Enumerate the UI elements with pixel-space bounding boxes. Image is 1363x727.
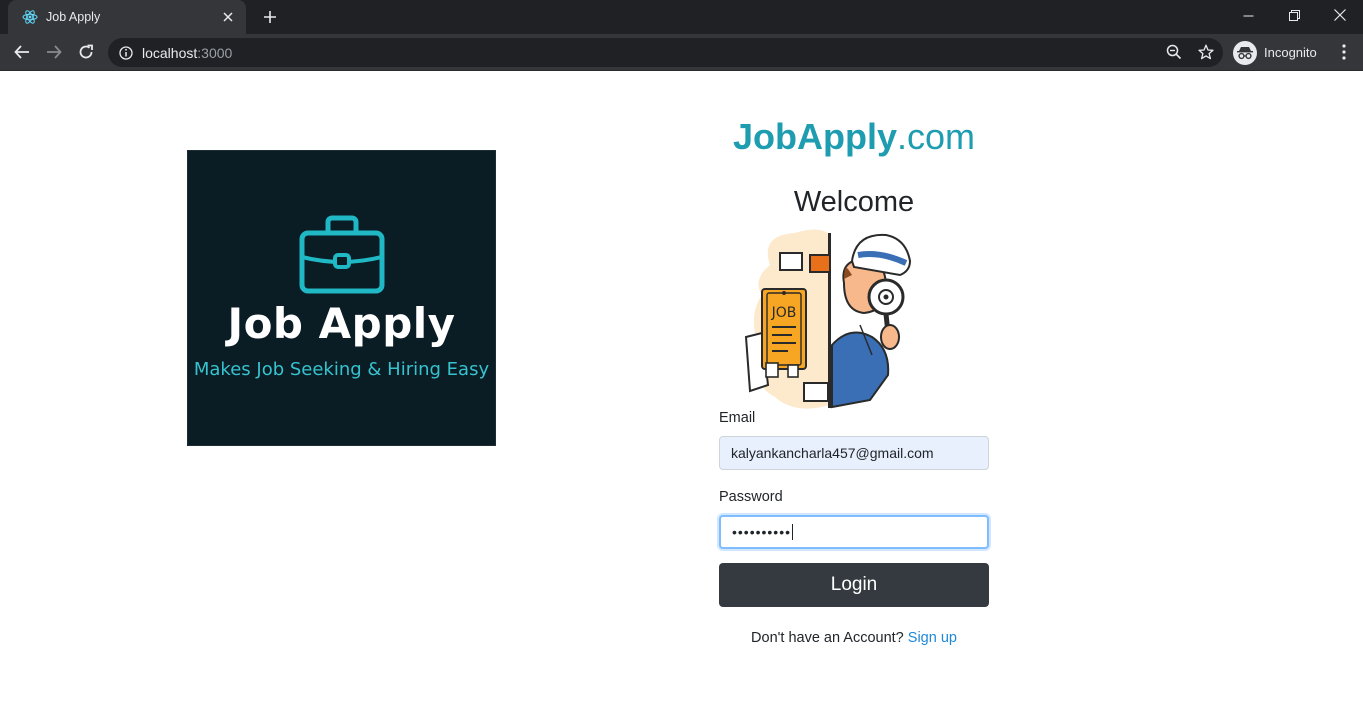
incognito-label: Incognito xyxy=(1264,45,1317,60)
brand-name: JobApply xyxy=(732,116,897,157)
signup-link[interactable]: Sign up xyxy=(908,630,957,646)
password-field[interactable]: •••••••••• xyxy=(719,515,989,549)
react-icon xyxy=(22,9,38,25)
email-value: kalyankancharla457@gmail.com xyxy=(731,445,934,461)
logo-tagline: Makes Job Seeking & Hiring Easy xyxy=(193,359,490,380)
browser-tab-strip: Job Apply xyxy=(0,0,1363,34)
login-form: Email kalyankancharla457@gmail.com Passw… xyxy=(719,408,989,646)
email-label: Email xyxy=(719,410,756,426)
password-label: Password xyxy=(719,489,783,505)
brand-heading: JobApply.com xyxy=(719,116,989,158)
close-window-icon[interactable] xyxy=(1317,0,1363,30)
job-apply-logo: Job Apply Makes Job Seeking & Hiring Eas… xyxy=(187,150,496,446)
welcome-heading: Welcome xyxy=(793,186,915,218)
text-caret xyxy=(792,524,794,540)
window-controls xyxy=(1225,0,1363,30)
minimize-icon[interactable] xyxy=(1225,0,1271,30)
incognito-icon xyxy=(1233,40,1257,65)
signup-row: Don't have an Account? Sign up xyxy=(719,630,989,646)
reload-icon[interactable] xyxy=(73,39,99,65)
briefcase-icon xyxy=(299,215,385,294)
url-host: localhost xyxy=(142,44,198,61)
job-search-illustration: JOB xyxy=(744,229,912,409)
password-value: •••••••••• xyxy=(732,524,792,540)
login-button[interactable]: Login xyxy=(719,563,989,607)
bookmark-star-icon[interactable] xyxy=(1197,43,1215,61)
url-text: localhost:3000 xyxy=(142,45,232,61)
sign-text: JOB xyxy=(771,305,797,321)
tab-title: Job Apply xyxy=(46,10,101,24)
address-bar[interactable]: localhost:3000 xyxy=(108,38,1223,67)
signup-prompt: Don't have an Account? xyxy=(751,630,904,646)
browser-tab[interactable]: Job Apply xyxy=(8,0,246,34)
kebab-menu-icon[interactable] xyxy=(1334,42,1354,62)
new-tab-plus-icon[interactable] xyxy=(258,6,282,28)
email-field[interactable]: kalyankancharla457@gmail.com xyxy=(719,436,989,470)
forward-arrow-icon[interactable] xyxy=(41,39,67,65)
back-arrow-icon[interactable] xyxy=(9,39,35,65)
incognito-profile-button[interactable]: Incognito xyxy=(1233,39,1317,66)
url-port: :3000 xyxy=(197,44,233,61)
zoom-out-icon[interactable] xyxy=(1165,43,1183,61)
close-tab-icon[interactable] xyxy=(220,9,236,25)
restore-icon[interactable] xyxy=(1271,0,1317,30)
browser-toolbar: localhost:3000 Incognito xyxy=(0,34,1363,71)
info-icon[interactable] xyxy=(118,45,134,61)
logo-title: Job Apply xyxy=(227,299,456,348)
brand-suffix: .com xyxy=(897,116,976,157)
